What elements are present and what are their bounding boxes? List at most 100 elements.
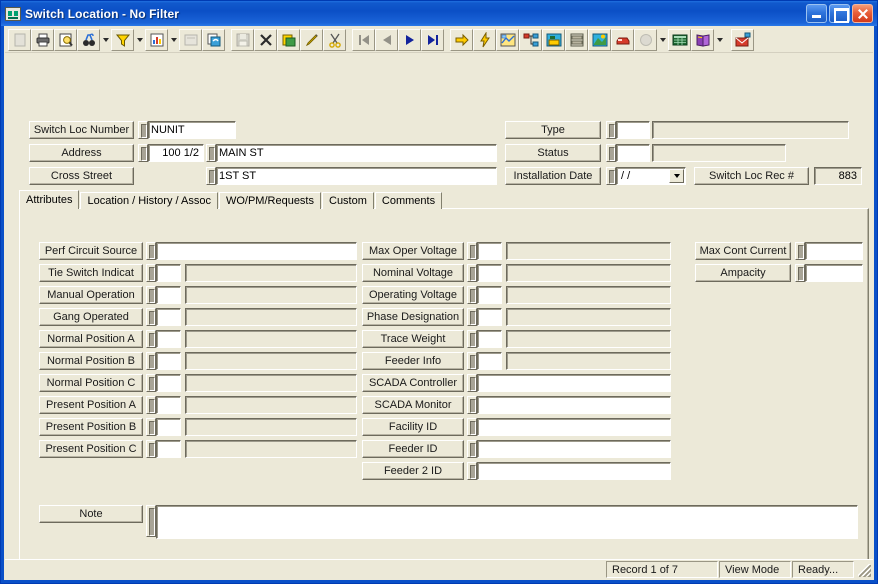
- tab-location-history-assoc[interactable]: Location / History / Assoc: [80, 192, 218, 209]
- switch-loc-number-input[interactable]: NUNIT: [148, 121, 236, 139]
- operating-voltage-label[interactable]: Operating Voltage: [362, 286, 464, 304]
- feeder-2-id-input[interactable]: [477, 462, 671, 480]
- minimize-button[interactable]: [806, 4, 827, 23]
- note-input[interactable]: [156, 505, 858, 539]
- cross-street-indicator[interactable]: [206, 167, 216, 185]
- close-button[interactable]: [852, 4, 873, 23]
- scada-monitor-indicator[interactable]: [467, 396, 477, 414]
- tab-attributes[interactable]: Attributes: [19, 190, 80, 209]
- ampacity-label[interactable]: Ampacity: [695, 264, 791, 282]
- tab-wo-pm-requests[interactable]: WO/PM/Requests: [218, 192, 321, 209]
- paste-icon[interactable]: [277, 28, 300, 51]
- facility-id-input[interactable]: [477, 418, 671, 436]
- map-icon[interactable]: [496, 28, 519, 51]
- report-icon[interactable]: [145, 28, 168, 51]
- tie-switch-indicat-code-input[interactable]: [156, 264, 181, 282]
- gang-operated-code-input[interactable]: [156, 308, 181, 326]
- max-cont-current-label[interactable]: Max Cont Current: [695, 242, 791, 260]
- feeder-id-input[interactable]: [477, 440, 671, 458]
- maximize-button[interactable]: [829, 4, 850, 23]
- tie-switch-indicat-indicator[interactable]: [146, 264, 156, 282]
- switch-loc-number-indicator[interactable]: [138, 121, 148, 139]
- max-oper-voltage-code-input[interactable]: [477, 242, 502, 260]
- inventory-icon[interactable]: [565, 28, 588, 51]
- installation-date-indicator[interactable]: [606, 167, 616, 185]
- gang-operated-indicator[interactable]: [146, 308, 156, 326]
- feeder-id-indicator[interactable]: [467, 440, 477, 458]
- help-book-icon[interactable]: [691, 28, 714, 51]
- max-cont-current-input[interactable]: [805, 242, 863, 260]
- asset-icon[interactable]: [588, 28, 611, 51]
- phase-designation-label[interactable]: Phase Designation: [362, 308, 464, 326]
- vehicle-icon[interactable]: [611, 28, 634, 51]
- edit-icon[interactable]: [300, 28, 323, 51]
- normal-position-a-label[interactable]: Normal Position A: [39, 330, 143, 348]
- type-code-input[interactable]: [616, 121, 650, 139]
- grid-view-icon[interactable]: [668, 28, 691, 51]
- normal-position-b-code-input[interactable]: [156, 352, 181, 370]
- gang-operated-label[interactable]: Gang Operated: [39, 308, 143, 326]
- normal-position-c-code-input[interactable]: [156, 374, 181, 392]
- status-label[interactable]: Status: [505, 144, 601, 162]
- present-position-c-indicator[interactable]: [146, 440, 156, 458]
- nominal-voltage-code-input[interactable]: [477, 264, 502, 282]
- feeder-info-indicator[interactable]: [467, 352, 477, 370]
- print-icon[interactable]: [31, 28, 54, 51]
- tie-switch-indicat-label[interactable]: Tie Switch Indicat: [39, 264, 143, 282]
- feeder-info-label[interactable]: Feeder Info: [362, 352, 464, 370]
- normal-position-a-indicator[interactable]: [146, 330, 156, 348]
- type-label[interactable]: Type: [505, 121, 601, 139]
- search-globe-icon[interactable]: [634, 28, 657, 51]
- facility-id-indicator[interactable]: [467, 418, 477, 436]
- feeder-id-label[interactable]: Feeder ID: [362, 440, 464, 458]
- ampacity-input[interactable]: [805, 264, 863, 282]
- nominal-voltage-label[interactable]: Nominal Voltage: [362, 264, 464, 282]
- perf-circuit-source-input[interactable]: [156, 242, 357, 260]
- status-code-input[interactable]: [616, 144, 650, 162]
- address-number-indicator[interactable]: [138, 144, 148, 162]
- note-indicator[interactable]: [146, 505, 156, 537]
- address-label[interactable]: Address: [29, 144, 134, 162]
- type-indicator[interactable]: [606, 121, 616, 139]
- switch-loc-number-label[interactable]: Switch Loc Number: [29, 121, 134, 139]
- facility-id-label[interactable]: Facility ID: [362, 418, 464, 436]
- previous-record-icon[interactable]: [375, 28, 398, 51]
- present-position-a-indicator[interactable]: [146, 396, 156, 414]
- scada-controller-label[interactable]: SCADA Controller: [362, 374, 464, 392]
- note-label[interactable]: Note: [39, 505, 143, 523]
- report-dropdown-arrow[interactable]: [168, 29, 179, 51]
- quick-action-icon[interactable]: [473, 28, 496, 51]
- normal-position-c-indicator[interactable]: [146, 374, 156, 392]
- address-number-input[interactable]: 100 1/2: [148, 144, 204, 162]
- address-street-indicator[interactable]: [206, 144, 216, 162]
- max-oper-voltage-label[interactable]: Max Oper Voltage: [362, 242, 464, 260]
- present-position-b-code-input[interactable]: [156, 418, 181, 436]
- ampacity-indicator[interactable]: [795, 264, 805, 282]
- tab-comments[interactable]: Comments: [374, 192, 443, 209]
- properties-icon[interactable]: [179, 28, 202, 51]
- present-position-c-code-input[interactable]: [156, 440, 181, 458]
- print-preview-icon[interactable]: [54, 28, 77, 51]
- perf-circuit-source-label[interactable]: Perf Circuit Source: [39, 242, 143, 260]
- feeder-2-id-label[interactable]: Feeder 2 ID: [362, 462, 464, 480]
- cross-street-label[interactable]: Cross Street: [29, 167, 134, 185]
- scada-monitor-label[interactable]: SCADA Monitor: [362, 396, 464, 414]
- find-dropdown-arrow[interactable]: [100, 29, 111, 51]
- installation-date-label[interactable]: Installation Date: [505, 167, 601, 185]
- cross-street-input[interactable]: 1ST ST: [216, 167, 497, 185]
- nominal-voltage-indicator[interactable]: [467, 264, 477, 282]
- address-street-input[interactable]: MAIN ST: [216, 144, 497, 162]
- manual-operation-label[interactable]: Manual Operation: [39, 286, 143, 304]
- normal-position-b-label[interactable]: Normal Position B: [39, 352, 143, 370]
- manual-operation-code-input[interactable]: [156, 286, 181, 304]
- resize-grip-icon[interactable]: [857, 563, 871, 577]
- scada-controller-input[interactable]: [477, 374, 671, 392]
- find-icon[interactable]: [77, 28, 100, 51]
- operating-voltage-code-input[interactable]: [477, 286, 502, 304]
- normal-position-c-label[interactable]: Normal Position C: [39, 374, 143, 392]
- phase-designation-code-input[interactable]: [477, 308, 502, 326]
- scada-monitor-input[interactable]: [477, 396, 671, 414]
- normal-position-b-indicator[interactable]: [146, 352, 156, 370]
- hierarchy-icon[interactable]: [519, 28, 542, 51]
- present-position-c-label[interactable]: Present Position C: [39, 440, 143, 458]
